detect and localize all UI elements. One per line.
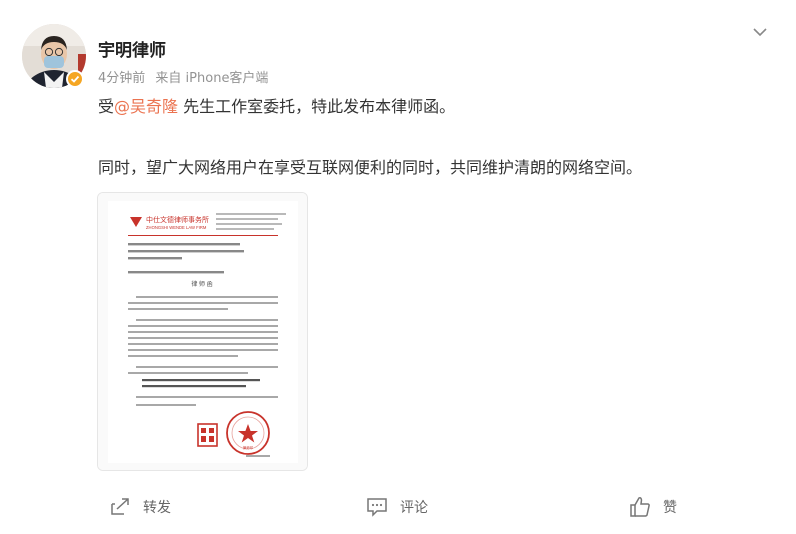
post-source: 来自 iPhone客户端	[155, 71, 269, 86]
repost-icon	[111, 498, 129, 515]
mention-link[interactable]: @吴奇隆	[114, 97, 178, 116]
verified-badge-icon	[66, 70, 84, 88]
repost-label: 转发	[143, 500, 171, 516]
post-text-suffix: 先生工作室委托，特此发布本律师函。	[178, 97, 456, 116]
like-label: 赞	[663, 500, 677, 516]
like-icon	[630, 497, 650, 517]
post-time[interactable]: 4分钟前	[98, 71, 145, 86]
like-button[interactable]: 赞	[629, 496, 677, 518]
post-text-prefix: 受	[98, 97, 115, 116]
post-text-line-2: 同时，望广大网络用户在享受互联网便利的同时，共同维护清朗的网络空间。	[98, 158, 643, 177]
comment-icon	[367, 498, 387, 517]
comment-button[interactable]: 评论	[366, 496, 428, 518]
action-bar: 转发 评论 赞	[0, 488, 796, 528]
post-meta: 4分钟前 来自 iPhone客户端	[98, 67, 274, 86]
document-title: 律 师 函	[191, 280, 212, 288]
repost-button[interactable]: 转发	[109, 496, 171, 518]
post-text-line-1: 受@吴奇隆 先生工作室委托，特此发布本律师函。	[98, 93, 455, 117]
firm-name-en: ZHONGSHI WENDE LAW FIRM	[146, 225, 207, 230]
firm-name: 中仕文德律师事务所	[146, 215, 209, 224]
attached-image[interactable]: 中仕文德律师事务所 ZHONGSHI WENDE LAW FIRM 律 师 函	[97, 192, 308, 471]
lawyer-letter-image: 中仕文德律师事务所 ZHONGSHI WENDE LAW FIRM 律 师 函	[98, 193, 307, 470]
comment-label: 评论	[400, 500, 428, 516]
seal-text: 律师印	[243, 445, 254, 450]
author-name[interactable]: 宇明律师	[98, 36, 166, 61]
chevron-down-icon[interactable]	[750, 22, 770, 42]
